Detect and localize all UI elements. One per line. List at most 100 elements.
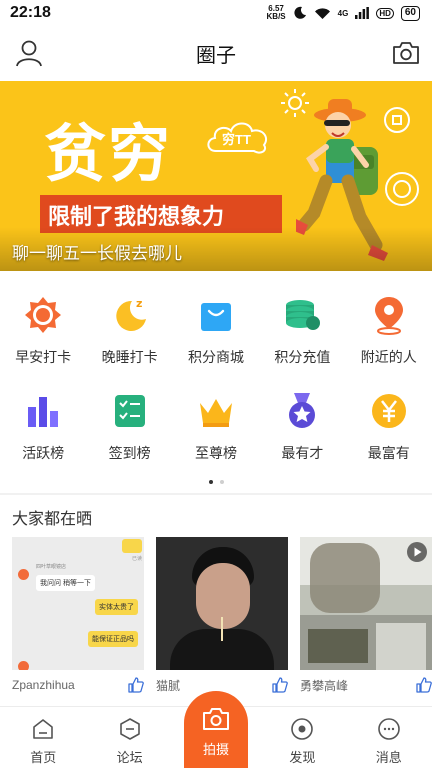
nav-label: 首页 [30, 750, 57, 765]
status-bar: 22:18 6.57 KB/S 4G HD 60 [0, 0, 432, 26]
nav-shoot-button[interactable]: 拍摄 [184, 691, 248, 768]
chat-message: 实体太贵了 [95, 599, 138, 615]
signal-icon [355, 7, 370, 19]
thumbs-up-icon[interactable] [128, 677, 144, 693]
moon-icon: z [115, 297, 146, 331]
portrait-face [196, 563, 250, 629]
yen-coin-icon [371, 394, 406, 428]
grid-item-label: 积分充值 [274, 349, 331, 365]
bar-chart-icon [28, 397, 59, 427]
home-icon [33, 719, 53, 739]
grid-item-label: 至尊榜 [194, 445, 237, 461]
nav-forum[interactable]: 论坛 [86, 707, 172, 768]
grid-item-richest[interactable]: 最富有 [346, 379, 432, 475]
grid-item-label: 活跃榜 [22, 445, 65, 461]
pager-dot-active [208, 480, 213, 484]
feature-grid: 早安打卡 z 晚睡打卡 积分商城 积分充值 附近的人 活跃榜 签到榜 至尊榜 最… [0, 283, 432, 475]
photo-card[interactable]: 猫腻 [156, 537, 288, 700]
status-time: 22:18 [10, 4, 51, 21]
user-icon[interactable] [14, 38, 44, 68]
grid-item-label: 晚睡打卡 [101, 349, 158, 365]
wifi-icon [314, 7, 330, 19]
grid-item-signin-rank[interactable]: 签到榜 [86, 379, 172, 475]
network-type: 4G [337, 8, 349, 18]
grid-item-label: 附近的人 [360, 349, 417, 365]
shopping-bag-icon [200, 303, 231, 331]
status-icons: 6.57 KB/S 4G HD 60 [267, 5, 420, 21]
grid-item-points-mall[interactable]: 积分商城 [173, 283, 259, 379]
thumbs-up-icon[interactable] [272, 677, 288, 693]
checklist-icon [114, 395, 145, 427]
chat-read-label: 已读 [131, 556, 142, 562]
grid-item-most-talented[interactable]: 最有才 [259, 379, 345, 475]
grid-item-morning-checkin[interactable]: 早安打卡 [0, 283, 86, 379]
card-meta: Zpanzhihua [12, 670, 144, 700]
compass-icon [291, 718, 314, 740]
grid-item-label: 签到榜 [108, 445, 151, 461]
photo-card[interactable]: 已读 四叶草眼镜店 我问问 稍等一下 实体太贵了 能保证正品吗 Zpanzhih… [12, 537, 144, 700]
chat-message: 能保证正品吗 [88, 631, 138, 647]
nav-label: 发现 [289, 750, 316, 765]
garden-trees [310, 543, 380, 613]
chat-avatar-icon [18, 569, 29, 580]
grid-item-label: 最有才 [281, 445, 324, 461]
feature-row-2: 活跃榜 签到榜 至尊榜 最有才 最富有 [0, 379, 432, 475]
battery-icon: 60 [400, 5, 420, 21]
nav-label: 消息 [375, 750, 402, 765]
grid-item-active-rank[interactable]: 活跃榜 [0, 379, 86, 475]
card-image-garden[interactable] [300, 537, 432, 670]
feature-row-1: 早安打卡 z 晚睡打卡 积分商城 积分充值 附近的人 [0, 283, 432, 379]
camera-icon[interactable] [392, 40, 420, 66]
chat-message: 我问问 稍等一下 [36, 575, 95, 591]
coins-icon [286, 300, 321, 330]
network-speed: 6.57 KB/S [266, 4, 286, 21]
grid-item-label: 最富有 [367, 445, 410, 461]
section-title: 大家都在晒 [12, 511, 93, 528]
card-username[interactable]: 猫腻 [156, 677, 180, 694]
chat-top-bubble [122, 539, 142, 553]
photo-card[interactable]: 勇攀高峰 [300, 537, 432, 700]
location-pin-icon [374, 297, 403, 335]
chat-avatar-icon [18, 661, 29, 670]
message-icon [377, 718, 400, 740]
card-image-chat[interactable]: 已读 四叶草眼镜店 我问问 稍等一下 实体太贵了 能保证正品吗 [12, 537, 144, 670]
card-image-portrait[interactable] [156, 537, 288, 670]
card-meta: 勇攀高峰 [300, 670, 432, 700]
card-username[interactable]: Zpanzhihua [12, 678, 75, 692]
forum-icon [119, 718, 140, 740]
do-not-disturb-icon [294, 6, 306, 19]
svg-text:z: z [136, 297, 142, 310]
grid-item-label: 积分商城 [187, 349, 244, 365]
grid-item-label: 早安打卡 [15, 349, 72, 365]
chat-shop-name: 四叶草眼镜店 [36, 564, 67, 570]
nav-discover[interactable]: 发现 [259, 707, 345, 768]
hd-badge: HD [376, 7, 394, 19]
video-play-icon[interactable] [406, 541, 428, 563]
medal-icon [289, 393, 316, 428]
section-divider [0, 493, 432, 495]
garden-bed [308, 629, 368, 663]
pager-dot [219, 480, 224, 484]
photo-cards: 已读 四叶草眼镜店 我问问 稍等一下 实体太贵了 能保证正品吗 Zpanzhih… [12, 537, 432, 700]
camera-icon [203, 708, 229, 730]
thumbs-up-icon[interactable] [416, 677, 432, 693]
grid-item-points-recharge[interactable]: 积分充值 [259, 283, 345, 379]
promo-banner[interactable]: 贫穷 限制了我的想象力 穷TT 聊一聊五一长假去哪儿 [0, 81, 432, 271]
sun-icon [25, 297, 62, 333]
banner-headline: 贫穷 [44, 117, 173, 190]
card-username[interactable]: 勇攀高峰 [300, 677, 348, 694]
app-header: 圈子 [0, 26, 432, 81]
crown-icon [199, 399, 232, 427]
grid-item-supreme-rank[interactable]: 至尊榜 [173, 379, 259, 475]
garden-path [376, 623, 426, 670]
nav-messages[interactable]: 消息 [346, 707, 432, 768]
portrait-noodle [221, 617, 223, 641]
grid-item-night-checkin[interactable]: z 晚睡打卡 [86, 283, 172, 379]
banner-caption: 聊一聊五一长假去哪儿 [12, 244, 182, 263]
page-title: 圈子 [196, 45, 236, 67]
nav-label: 论坛 [116, 750, 143, 765]
grid-item-nearby-people[interactable]: 附近的人 [346, 283, 432, 379]
nav-label: 拍摄 [202, 742, 229, 757]
bubble-text: 穷TT [222, 132, 251, 147]
nav-home[interactable]: 首页 [0, 707, 86, 768]
